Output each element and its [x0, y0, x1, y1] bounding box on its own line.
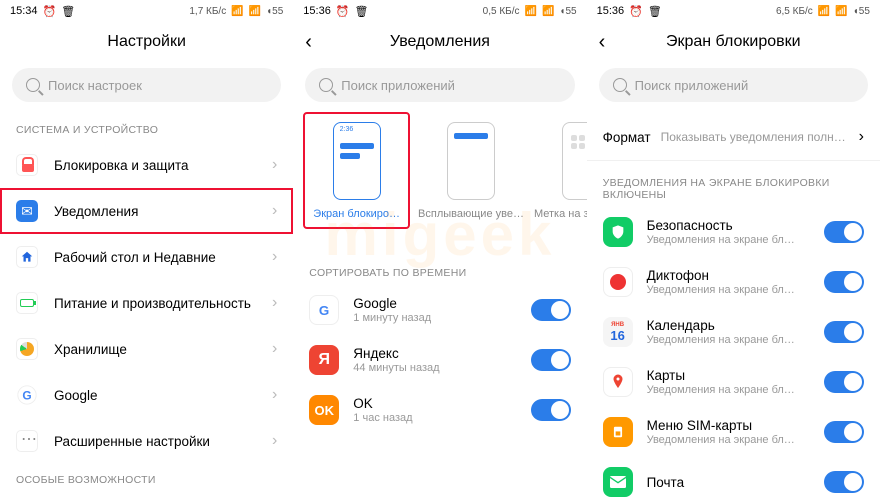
search-input[interactable]: Поиск приложений — [599, 68, 868, 102]
chevron-right-icon: › — [272, 432, 277, 450]
svg-text:G: G — [319, 303, 329, 318]
mail-icon — [603, 467, 633, 497]
dots-icon — [16, 430, 38, 452]
toggle-mail[interactable] — [824, 471, 864, 493]
search-icon — [613, 78, 627, 92]
toggle-yandex[interactable] — [531, 349, 571, 371]
option-lockscreen[interactable]: 2:36 Экран блокиро… — [313, 122, 400, 221]
shield-icon — [603, 217, 633, 247]
row-google[interactable]: G Google › — [0, 372, 293, 418]
search-placeholder: Поиск настроек — [48, 78, 142, 93]
option-badge[interactable]: Метка на значке п… — [534, 114, 587, 227]
battery-icon — [16, 292, 38, 314]
toggle-calendar[interactable] — [824, 321, 864, 343]
page-title: Уведомления — [390, 33, 490, 51]
lock-icon — [16, 154, 38, 176]
pane-lockscreen: 15:36⏰🗑 6,5 КБ/с📶📶◖55 ‹ Экран блокировки… — [587, 0, 880, 500]
wifi-icon: 📶 — [249, 6, 261, 17]
google-icon: G — [16, 384, 38, 406]
status-time: 15:34 — [10, 5, 38, 17]
chevron-right-icon: › — [859, 128, 864, 146]
chevron-right-icon: › — [272, 202, 277, 220]
net-speed: 1,7 КБ/с — [189, 6, 226, 17]
row-advanced[interactable]: Расширенные настройки › — [0, 418, 293, 464]
app-row-yandex[interactable]: Я Яндекс44 минуты назад — [293, 335, 586, 385]
row-home-recents[interactable]: Рабочий стол и Недавние › — [0, 234, 293, 280]
section-sort-time: СОРТИРОВАТЬ ПО ВРЕМЕНИ — [293, 257, 586, 285]
alarm-icon: ⏰ — [43, 5, 57, 18]
maps-icon — [603, 367, 633, 397]
toggle-maps[interactable] — [824, 371, 864, 393]
option-floating[interactable]: Всплывающие уве… — [418, 114, 524, 227]
svg-text:G: G — [22, 389, 31, 403]
search-icon — [319, 78, 333, 92]
calendar-icon: ЯНВ16 — [603, 317, 633, 347]
search-icon — [26, 78, 40, 92]
status-bar: 15:34 ⏰ 🗑 1,7 КБ/с 📶 📶 ◖55 — [0, 0, 293, 22]
row-storage[interactable]: Хранилище › — [0, 326, 293, 372]
trash-icon: 🗑 — [61, 5, 75, 18]
toggle-sim[interactable] — [824, 421, 864, 443]
header: Настройки — [0, 22, 293, 62]
status-bar: 15:36⏰🗑 0,5 КБ/с📶📶◖55 — [293, 0, 586, 22]
app-row-ok[interactable]: OK OK1 час назад — [293, 385, 586, 435]
toggle-ok[interactable] — [531, 399, 571, 421]
app-row-sim-menu[interactable]: Меню SIM-картыУведомления на экране бл… — [587, 407, 880, 457]
search-input[interactable]: Поиск приложений — [305, 68, 574, 102]
app-row-calendar[interactable]: ЯНВ16 КалендарьУведомления на экране бл… — [587, 307, 880, 357]
yandex-icon: Я — [309, 345, 339, 375]
recorder-icon — [603, 267, 633, 297]
page-title: Настройки — [107, 33, 185, 51]
chevron-right-icon: › — [272, 156, 277, 174]
toggle-google[interactable] — [531, 299, 571, 321]
ok-icon: OK — [309, 395, 339, 425]
option-lockscreen-highlight: 2:36 Экран блокиро… — [305, 114, 408, 227]
pane-notifications: migeek 15:36⏰🗑 0,5 КБ/с📶📶◖55 ‹ Уведомлен… — [293, 0, 586, 500]
app-row-maps[interactable]: КартыУведомления на экране бл… — [587, 357, 880, 407]
back-button[interactable]: ‹ — [599, 31, 606, 54]
home-icon — [16, 246, 38, 268]
google-icon: G — [309, 295, 339, 325]
page-title: Экран блокировки — [666, 33, 801, 51]
battery-icon: ◖55 — [266, 6, 283, 17]
chevron-right-icon: › — [272, 248, 277, 266]
pane-settings: 15:34 ⏰ 🗑 1,7 КБ/с 📶 📶 ◖55 Настройки Поиск на… — [0, 0, 293, 500]
section-accessibility: ОСОБЫЕ ВОЗМОЖНОСТИ — [0, 464, 293, 492]
chevron-right-icon: › — [272, 340, 277, 358]
app-row-google[interactable]: G Google1 минуту назад — [293, 285, 586, 335]
header: ‹ Уведомления — [293, 22, 586, 62]
search-input[interactable]: Поиск настроек — [12, 68, 281, 102]
storage-icon — [16, 338, 38, 360]
row-notifications[interactable]: ✉ Уведомления › — [0, 188, 293, 234]
status-bar: 15:36⏰🗑 6,5 КБ/с📶📶◖55 — [587, 0, 880, 22]
back-button[interactable]: ‹ — [305, 31, 312, 54]
toggle-recorder[interactable] — [824, 271, 864, 293]
chevron-right-icon: › — [272, 386, 277, 404]
toggle-security[interactable] — [824, 221, 864, 243]
sim-icon — [603, 417, 633, 447]
header: ‹ Экран блокировки — [587, 22, 880, 62]
chevron-right-icon: › — [272, 294, 277, 312]
row-lock-protect[interactable]: Блокировка и защита › — [0, 142, 293, 188]
section-system-device: СИСТЕМА И УСТРОЙСТВО — [0, 114, 293, 142]
app-row-mail[interactable]: Почта — [587, 457, 880, 500]
signal-icon: 📶 — [231, 6, 243, 17]
row-power-perf[interactable]: Питание и производительность › — [0, 280, 293, 326]
bell-icon: ✉ — [16, 200, 38, 222]
app-row-recorder[interactable]: ДиктофонУведомления на экране бл… — [587, 257, 880, 307]
app-row-security[interactable]: БезопасностьУведомления на экране бл… — [587, 207, 880, 257]
row-format[interactable]: Формат Показывать уведомления полностью … — [587, 114, 880, 161]
section-lockscreen-enabled: УВЕДОМЛЕНИЯ НА ЭКРАНЕ БЛОКИРОВКИ ВКЛЮЧЕН… — [587, 167, 880, 207]
